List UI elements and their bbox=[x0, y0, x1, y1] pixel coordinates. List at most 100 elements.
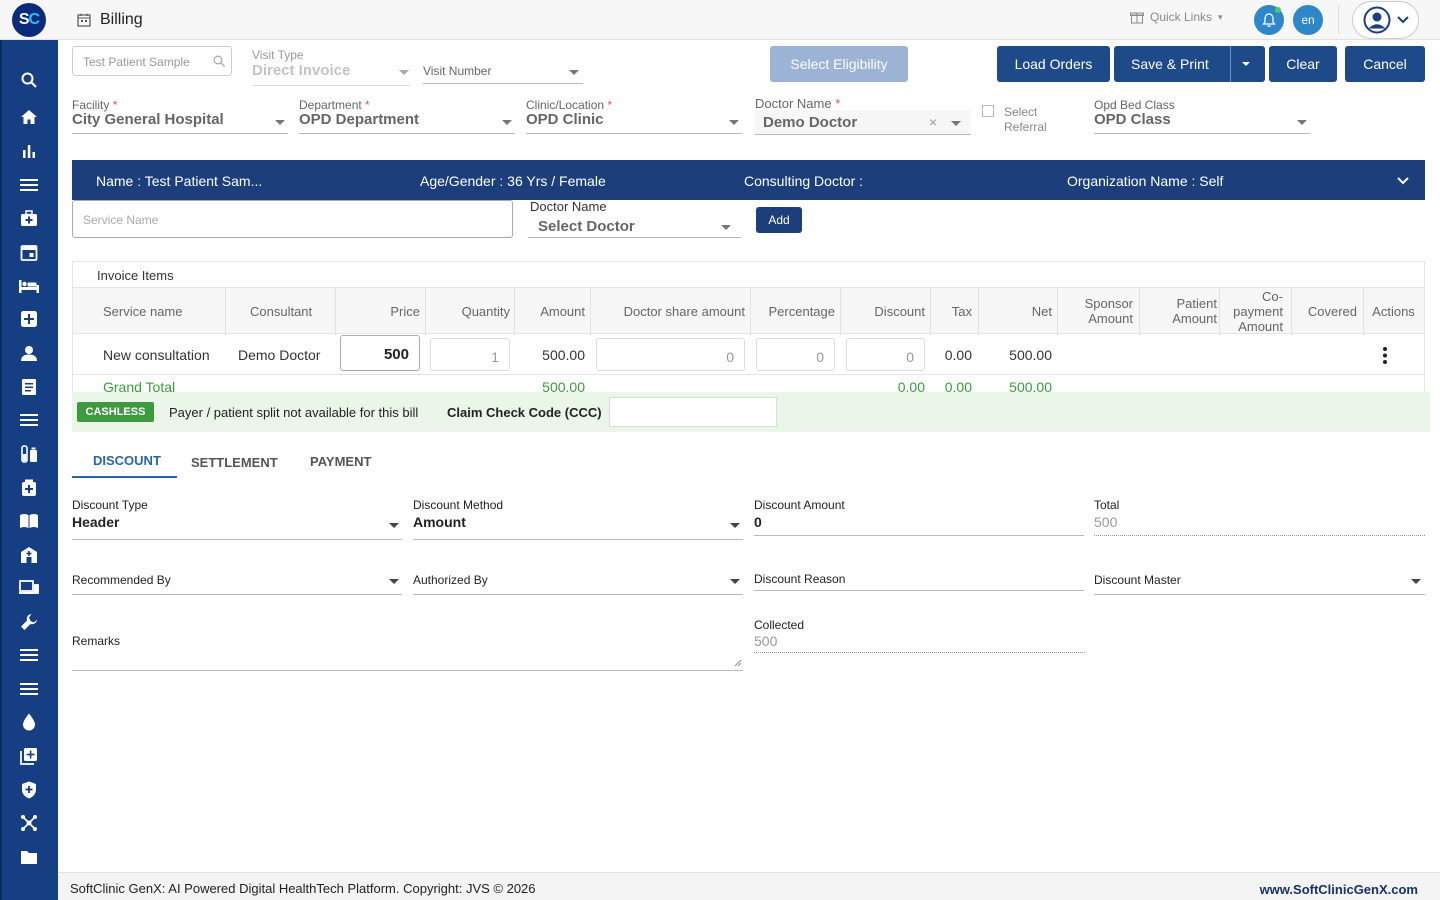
clinic-underline bbox=[526, 133, 742, 134]
resize-handle-icon[interactable] bbox=[734, 659, 742, 667]
row-net: 500.00 bbox=[1009, 347, 1052, 363]
caret-down-icon[interactable] bbox=[1242, 62, 1250, 66]
quick-links-label: Quick Links bbox=[1150, 10, 1213, 24]
shield-icon[interactable] bbox=[18, 779, 40, 801]
document-icon[interactable] bbox=[18, 376, 40, 398]
medical-bag-icon[interactable] bbox=[18, 207, 40, 229]
discount-master-select[interactable]: Discount Master bbox=[1094, 573, 1181, 587]
pharmacy-icon[interactable] bbox=[18, 477, 40, 499]
visit-type-underline bbox=[252, 85, 410, 86]
col-consultant: Consultant bbox=[250, 304, 313, 319]
select-referral-checkbox[interactable] bbox=[982, 105, 994, 117]
chevron-down-icon[interactable] bbox=[1397, 177, 1409, 185]
discount-reason-input[interactable]: Discount Reason bbox=[754, 572, 845, 586]
chevron-down-icon: ▾ bbox=[1218, 11, 1223, 22]
department-select[interactable]: OPD Department bbox=[299, 111, 419, 128]
calendar-icon[interactable] bbox=[18, 241, 40, 263]
add-box-icon[interactable] bbox=[18, 745, 40, 767]
user-icon[interactable] bbox=[18, 342, 40, 364]
tab-settlement[interactable]: SETTLEMENT bbox=[191, 455, 278, 470]
cancel-button[interactable]: Cancel bbox=[1345, 46, 1425, 82]
visit-number-select[interactable]: Visit Number bbox=[423, 64, 491, 78]
calendar-icon bbox=[77, 13, 91, 27]
row-doctor-share-input[interactable]: 0 bbox=[596, 338, 745, 371]
folder-icon[interactable] bbox=[18, 846, 40, 868]
hospital-icon[interactable] bbox=[18, 544, 40, 566]
blood-drop-icon[interactable] bbox=[18, 711, 40, 733]
profile-menu[interactable] bbox=[1352, 1, 1419, 39]
clear-button[interactable]: Clear bbox=[1269, 46, 1337, 82]
ccc-input[interactable] bbox=[609, 397, 777, 427]
page-title: Billing bbox=[100, 11, 143, 28]
row-discount-input[interactable]: 0 bbox=[846, 338, 925, 371]
facility-select[interactable]: City General Hospital bbox=[72, 111, 224, 128]
book-icon[interactable] bbox=[18, 510, 40, 532]
row-percentage-input[interactable]: 0 bbox=[756, 338, 835, 371]
discount-method-select[interactable]: Amount bbox=[413, 514, 466, 530]
load-orders-button[interactable]: Load Orders bbox=[997, 46, 1110, 82]
invoice-table-header: Service name Consultant Price Quantity A… bbox=[73, 287, 1424, 335]
col-net: Net bbox=[1031, 304, 1052, 319]
bed-class-select[interactable]: OPD Class bbox=[1094, 111, 1171, 128]
add-service-button[interactable]: Add bbox=[756, 207, 802, 233]
bed-icon[interactable] bbox=[18, 275, 40, 297]
tab-payment[interactable]: PAYMENT bbox=[310, 454, 371, 469]
col-actions: Actions bbox=[1372, 304, 1415, 319]
notifications-button[interactable] bbox=[1254, 5, 1284, 35]
visit-type-label: Visit Type bbox=[252, 48, 304, 62]
top-bar: SC Billing Quick Links ▾ en bbox=[0, 0, 1440, 40]
col-discount: Discount bbox=[874, 304, 925, 319]
invoice-items-title: Invoice Items bbox=[97, 268, 174, 283]
app-logo[interactable]: SC bbox=[12, 3, 46, 37]
discount-type-label: Discount Type bbox=[72, 498, 148, 512]
service-doctor-select[interactable]: Select Doctor bbox=[538, 218, 635, 235]
more-vertical-icon[interactable] bbox=[1383, 347, 1387, 364]
network-icon[interactable] bbox=[18, 812, 40, 834]
clinic-label: Clinic/Location * bbox=[526, 98, 613, 112]
table-row: New consultation Demo Doctor 500 1 500.0… bbox=[73, 335, 1424, 375]
select-eligibility-button[interactable]: Select Eligibility bbox=[770, 46, 908, 82]
discount-amount-input[interactable]: 0 bbox=[754, 514, 762, 530]
select-referral-label: Select Referral bbox=[1004, 105, 1047, 134]
doctor-select[interactable]: Demo Doctor bbox=[763, 114, 857, 131]
authorized-by-select[interactable]: Authorized By bbox=[413, 573, 488, 587]
quick-links[interactable]: Quick Links ▾ bbox=[1130, 10, 1223, 24]
sidebar bbox=[0, 40, 58, 900]
service-doctor-label: Doctor Name bbox=[530, 199, 607, 214]
save-print-button[interactable]: Save & Print bbox=[1114, 46, 1265, 82]
list-icon[interactable] bbox=[18, 678, 40, 700]
clinic-select[interactable]: OPD Clinic bbox=[526, 111, 604, 128]
collected-label: Collected bbox=[754, 618, 805, 632]
list-icon[interactable] bbox=[18, 644, 40, 666]
language-button[interactable]: en bbox=[1293, 5, 1323, 35]
discount-type-select[interactable]: Header bbox=[72, 514, 119, 530]
service-name-input[interactable]: Service Name bbox=[72, 200, 513, 238]
total-label: Total bbox=[1094, 498, 1120, 512]
search-icon[interactable] bbox=[18, 69, 40, 91]
col-amount: Amount bbox=[540, 304, 585, 319]
lab-icon[interactable] bbox=[18, 443, 40, 465]
tab-discount[interactable]: DISCOUNT bbox=[93, 453, 161, 468]
website-link[interactable]: www.SoftClinicGenX.com bbox=[1260, 882, 1418, 897]
menu-icon[interactable] bbox=[18, 174, 40, 196]
clear-x-icon[interactable]: × bbox=[929, 114, 937, 130]
visit-type-select[interactable]: Direct Invoice bbox=[252, 62, 350, 79]
list-icon[interactable] bbox=[18, 409, 40, 431]
plus-square-icon[interactable] bbox=[18, 308, 40, 330]
bar-chart-icon[interactable] bbox=[18, 140, 40, 162]
remarks-textarea[interactable] bbox=[72, 620, 743, 671]
recommended-by-underline bbox=[72, 594, 402, 595]
discount-method-label: Discount Method bbox=[413, 498, 504, 512]
discount-type-underline bbox=[72, 539, 402, 540]
chevron-down-icon bbox=[389, 523, 399, 528]
wrench-icon[interactable] bbox=[18, 611, 40, 633]
patient-search-input[interactable]: Test Patient Sample bbox=[72, 46, 232, 76]
department-underline bbox=[299, 133, 515, 134]
col-price: Price bbox=[390, 304, 420, 319]
recommended-by-select[interactable]: Recommended By bbox=[72, 573, 171, 587]
row-price-input[interactable]: 500 bbox=[340, 335, 420, 371]
row-quantity-input[interactable]: 1 bbox=[430, 338, 510, 371]
devices-icon[interactable] bbox=[18, 577, 40, 599]
cashless-badge: CASHLESS bbox=[77, 402, 154, 422]
home-icon[interactable] bbox=[18, 106, 40, 128]
